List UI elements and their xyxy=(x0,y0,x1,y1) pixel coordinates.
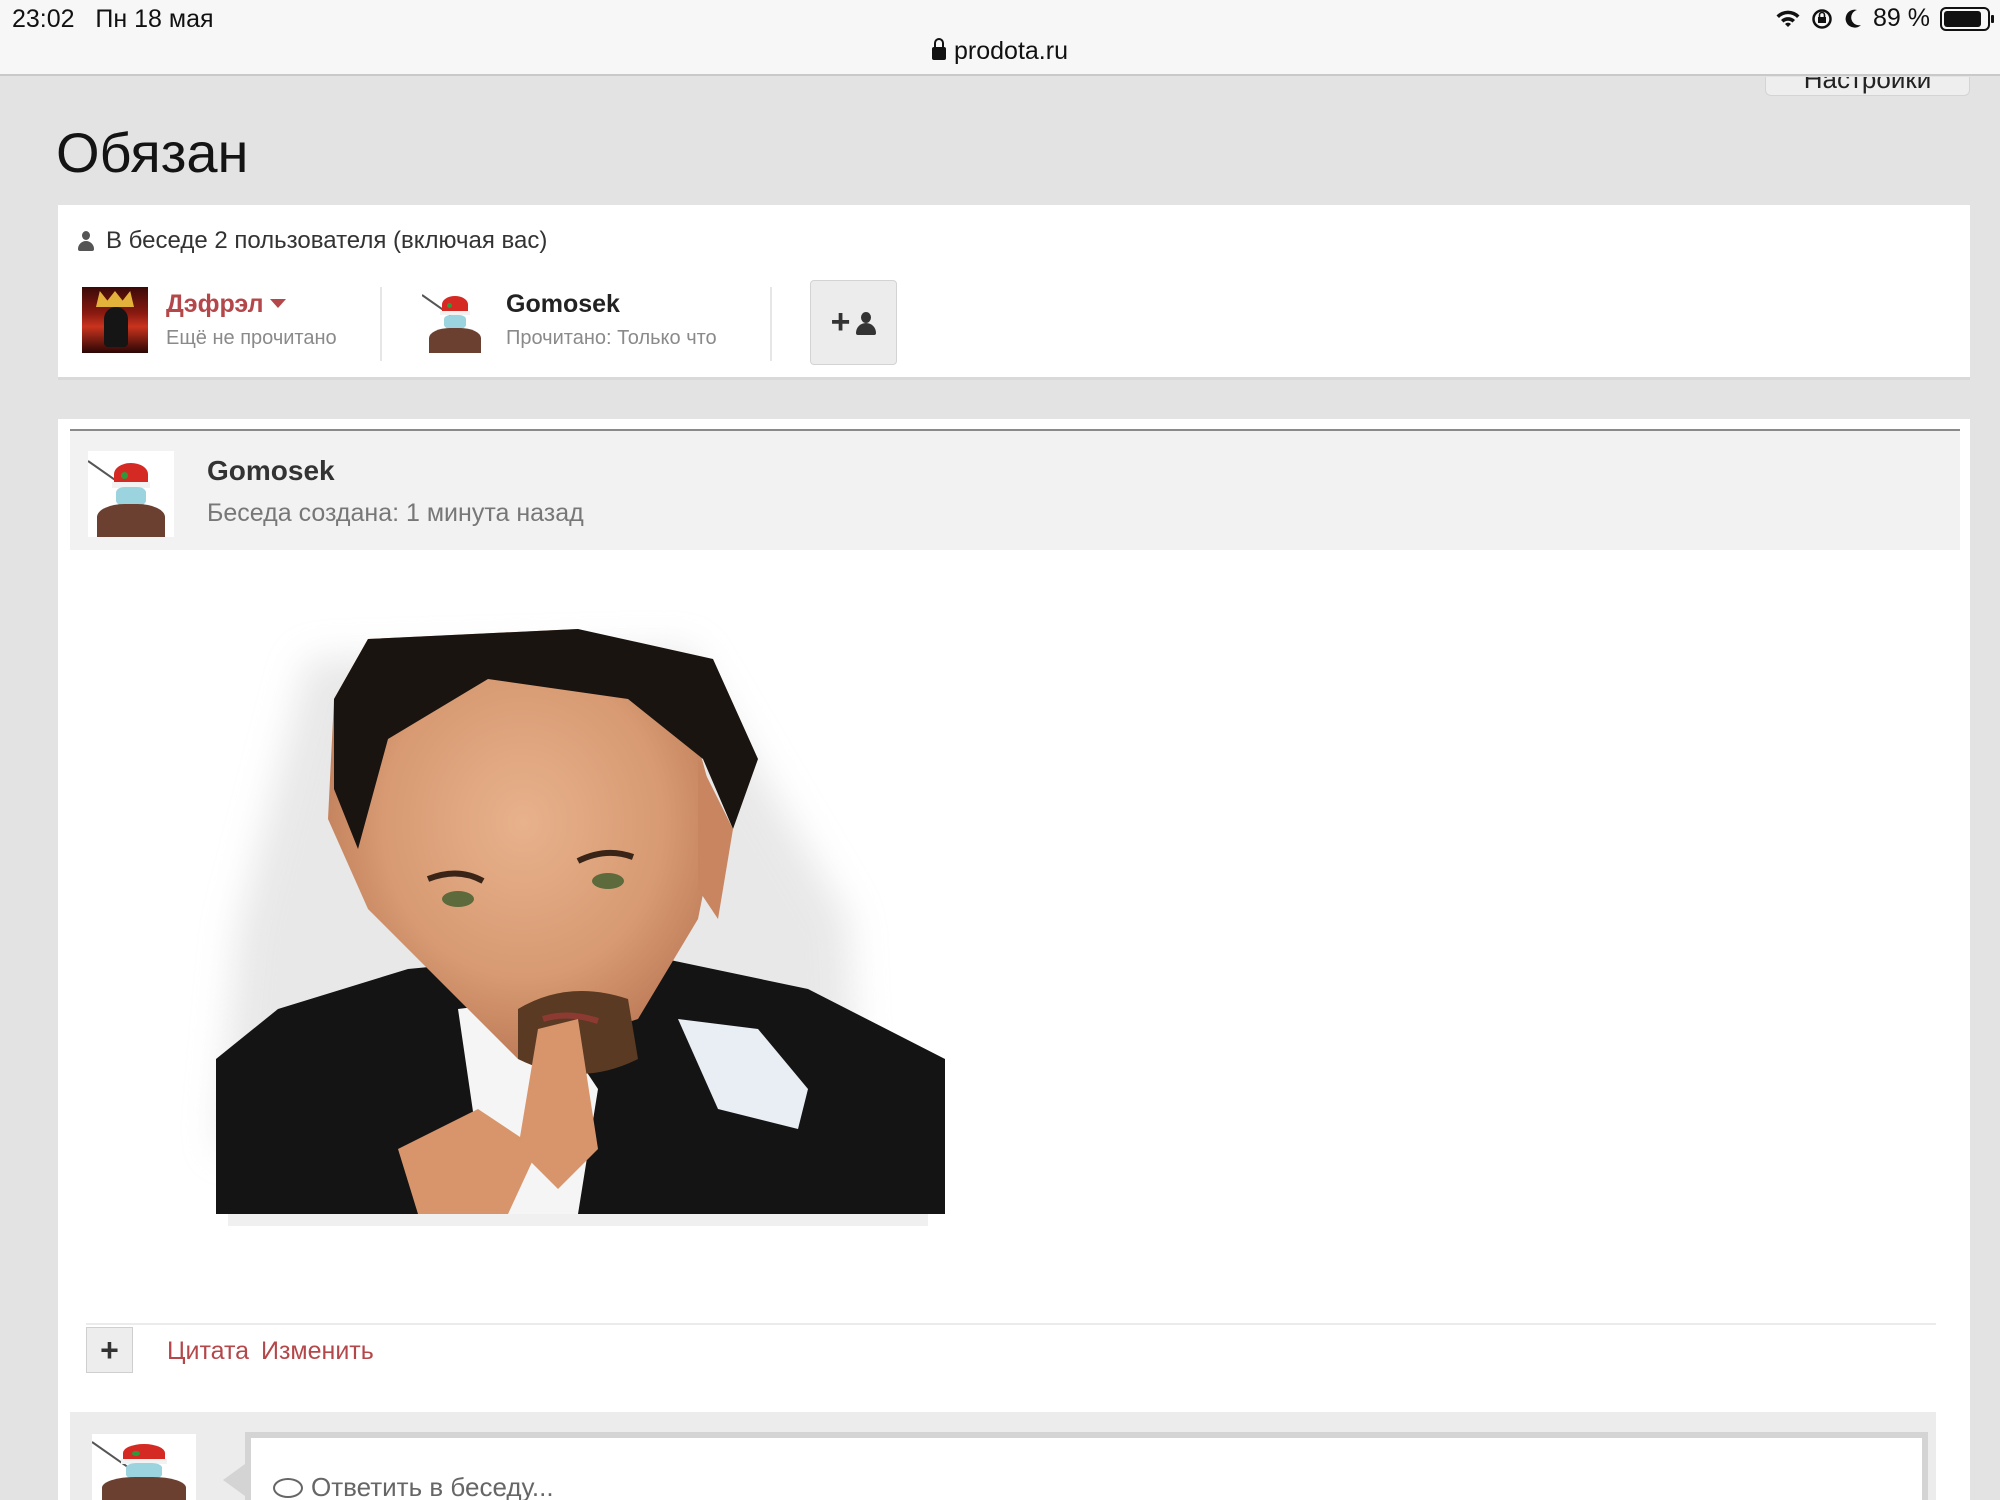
date-text: Пн 18 мая xyxy=(95,5,214,33)
chevron-down-icon[interactable] xyxy=(269,299,286,308)
avatar xyxy=(92,1434,196,1500)
quote-link[interactable]: Цитата xyxy=(167,1337,249,1366)
participant-read-status: Прочитано: Только что xyxy=(506,327,717,349)
lock-icon xyxy=(932,38,947,60)
status-time: 23:02 Пн 18 мая xyxy=(12,5,214,34)
page-title: Обязан xyxy=(56,121,249,184)
plus-icon: + xyxy=(830,303,851,341)
address-bar[interactable]: prodota.ru xyxy=(0,37,2000,66)
reply-section: Ответить в беседу... xyxy=(70,1412,1936,1500)
ios-status-bar: 23:02 Пн 18 мая 89 % prodota.ru xyxy=(0,0,2000,76)
battery-icon xyxy=(1940,6,1994,31)
settings-button[interactable]: Настройки xyxy=(1765,77,1970,96)
edit-link[interactable]: Изменить xyxy=(261,1337,374,1366)
moon-icon xyxy=(1845,9,1862,28)
participants-heading: В беседе 2 пользователя (включая вас) xyxy=(78,227,547,255)
user-icon xyxy=(78,231,94,251)
user-icon xyxy=(856,311,877,335)
plus-icon: + xyxy=(100,1331,119,1368)
message-post: Gomosek Беседа создана: 1 минута назад +… xyxy=(58,419,1970,1500)
url-text: prodota.ru xyxy=(954,37,1068,65)
message-actions: + Цитата Изменить xyxy=(86,1323,1936,1393)
reply-pointer xyxy=(223,1464,245,1496)
divider xyxy=(770,287,772,361)
divider xyxy=(380,287,382,361)
message-image[interactable] xyxy=(158,589,1018,1229)
wifi-icon xyxy=(1776,10,1800,27)
participant-item[interactable]: Дэфрэл Ещё не прочитано xyxy=(82,287,337,353)
speech-bubble-icon xyxy=(273,1477,303,1498)
battery-percent: 89 % xyxy=(1873,4,1930,32)
participants-panel: В беседе 2 пользователя (включая вас) Дэ… xyxy=(58,205,1970,380)
participant-read-status: Ещё не прочитано xyxy=(166,327,337,349)
orientation-lock-icon xyxy=(1812,8,1832,29)
message-meta: Беседа создана: 1 минута назад xyxy=(207,499,584,527)
participants-count-text: В беседе 2 пользователя (включая вас) xyxy=(106,227,548,254)
participant-item[interactable]: Gomosek Прочитано: Только что xyxy=(422,287,717,353)
add-reaction-button[interactable]: + xyxy=(86,1327,133,1373)
reply-input[interactable]: Ответить в беседу... xyxy=(245,1432,1928,1500)
avatar[interactable] xyxy=(82,287,148,353)
status-indicators: 89 % xyxy=(1775,4,1994,33)
reply-placeholder: Ответить в беседу... xyxy=(273,1472,554,1500)
message-header: Gomosek Беседа создана: 1 минута назад xyxy=(70,429,1960,550)
settings-label: Настройки xyxy=(1803,77,1932,94)
author-avatar[interactable] xyxy=(88,451,174,537)
avatar[interactable] xyxy=(422,287,488,353)
add-participant-button[interactable]: + xyxy=(810,280,897,365)
participant-name[interactable]: Gomosek xyxy=(506,290,717,319)
participant-name[interactable]: Дэфрэл xyxy=(166,290,337,319)
author-name[interactable]: Gomosek xyxy=(207,455,335,487)
clock-text: 23:02 xyxy=(12,5,75,33)
